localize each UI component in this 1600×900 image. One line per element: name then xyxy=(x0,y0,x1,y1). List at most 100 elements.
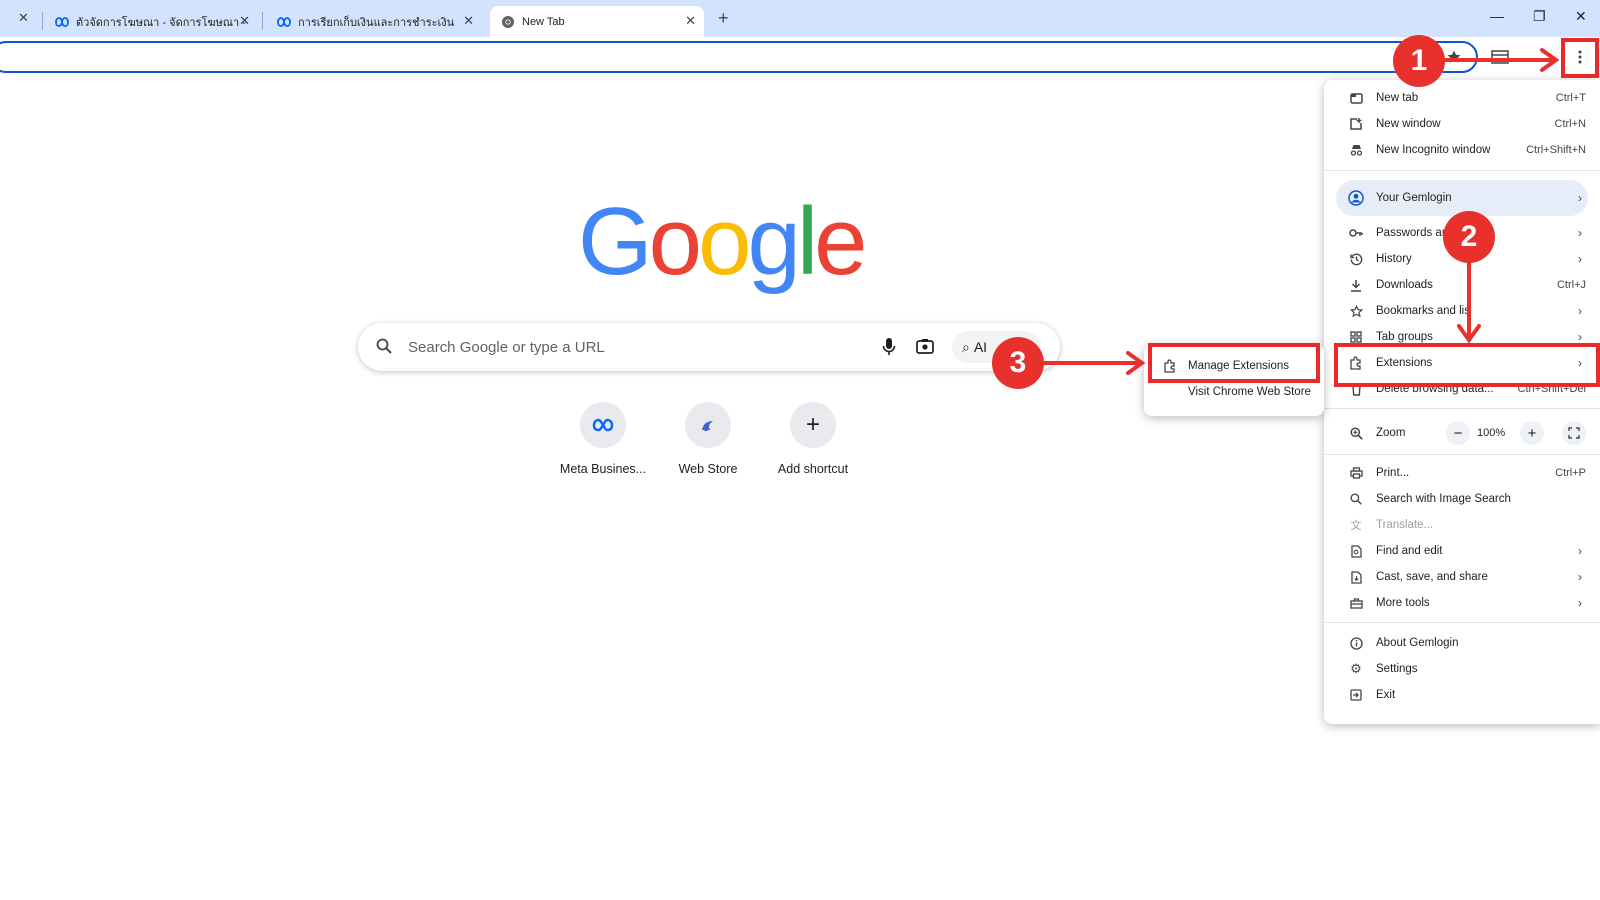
menu-label: New window xyxy=(1376,118,1441,130)
menu-new-tab[interactable]: New tab Ctrl+T xyxy=(1324,85,1600,111)
shortcut-meta[interactable]: Meta Busines... xyxy=(553,400,653,476)
logo-letter: G xyxy=(578,188,653,295)
toolbar xyxy=(0,37,1600,76)
microphone-icon[interactable] xyxy=(882,337,896,362)
menu-downloads[interactable]: Downloads Ctrl+J xyxy=(1324,272,1600,298)
menu-label: About Gemlogin xyxy=(1376,637,1459,649)
menu-profile[interactable]: Your Gemlogin › xyxy=(1324,185,1600,211)
menu-label: Your Gemlogin xyxy=(1376,192,1452,204)
menu-label: Zoom xyxy=(1376,427,1406,439)
menu-divider xyxy=(1324,408,1600,409)
close-window-button[interactable]: ✕ xyxy=(1575,8,1587,25)
chevron-right-icon: › xyxy=(1578,226,1582,240)
menu-exit[interactable]: Exit xyxy=(1324,682,1600,708)
menu-label: Downloads xyxy=(1376,279,1433,291)
star-outline-icon xyxy=(1348,303,1364,319)
menu-bookmarks[interactable]: Bookmarks and lis › xyxy=(1324,298,1600,324)
menu-new-window[interactable]: New window Ctrl+N xyxy=(1324,111,1600,137)
webstore-icon xyxy=(685,402,731,448)
menu-about[interactable]: About Gemlogin xyxy=(1324,630,1600,656)
shortcut-label: Meta Busines... xyxy=(559,462,647,476)
address-bar[interactable] xyxy=(0,41,1478,73)
tab-title: New Tab xyxy=(522,15,565,28)
ai-mode-label: AI xyxy=(973,339,988,355)
logo-letter: g xyxy=(747,188,800,295)
chevron-right-icon: › xyxy=(1578,191,1582,205)
minimize-button[interactable]: — xyxy=(1490,8,1504,24)
toolbox-icon xyxy=(1348,595,1364,611)
menu-label: Find and edit xyxy=(1376,545,1443,557)
exit-icon xyxy=(1348,687,1364,703)
menu-label: Search with Image Search xyxy=(1376,493,1511,505)
search-icon xyxy=(1348,491,1364,507)
tab-separator xyxy=(42,12,43,30)
menu-shortcut: Ctrl+T xyxy=(1555,92,1586,104)
menu-label: New Incognito window xyxy=(1376,144,1491,156)
shortcut-web-store[interactable]: Web Store xyxy=(658,400,758,476)
zoom-in-button[interactable]: + xyxy=(1520,421,1544,445)
incognito-icon xyxy=(1348,142,1364,158)
menu-settings[interactable]: ⚙ Settings xyxy=(1324,656,1600,682)
tab-search-icon[interactable] xyxy=(1486,43,1514,71)
tab-close-icon[interactable]: ✕ xyxy=(18,10,29,26)
menu-shortcut: Ctrl+Shift+N xyxy=(1526,144,1586,156)
restore-button[interactable]: ❐ xyxy=(1533,8,1546,25)
tab-close-icon[interactable]: ✕ xyxy=(239,13,250,29)
zoom-out-button[interactable]: − xyxy=(1446,421,1470,445)
menu-search-with-image[interactable]: Search with Image Search xyxy=(1324,486,1600,512)
menu-label: New tab xyxy=(1376,92,1419,104)
chevron-right-icon: › xyxy=(1578,330,1582,344)
menu-label: Exit xyxy=(1376,689,1396,701)
step-badge-2: 2 xyxy=(1443,211,1495,263)
tab-title: ตัวจัดการโฆษณา - จัดการโฆษณา - xyxy=(76,16,246,29)
translate-icon: 文 xyxy=(1350,520,1362,532)
meta-icon xyxy=(54,14,70,30)
menu-print[interactable]: Print... Ctrl+P xyxy=(1324,460,1600,486)
step-badge-3: 3 xyxy=(992,337,1044,389)
account-circle-icon xyxy=(1348,190,1364,206)
menu-new-incognito[interactable]: New Incognito window Ctrl+Shift+N xyxy=(1324,137,1600,163)
chrome-main-menu: New tab Ctrl+T New window Ctrl+N New Inc… xyxy=(1324,80,1600,724)
chevron-right-icon: › xyxy=(1578,544,1582,558)
download-icon xyxy=(1348,277,1364,293)
menu-divider xyxy=(1324,454,1600,455)
zoom-icon xyxy=(1348,425,1364,441)
shortcut-add[interactable]: + Add shortcut xyxy=(763,400,863,476)
step-badge-1: 1 xyxy=(1393,35,1445,87)
tab-billing[interactable]: การเรียกเก็บเงินและการชำระเงิน ✕ xyxy=(272,6,482,37)
camera-lens-icon[interactable] xyxy=(916,338,934,359)
highlight-menu-button xyxy=(1561,38,1599,78)
new-tab-button[interactable]: + xyxy=(718,8,729,29)
meta-icon xyxy=(276,14,292,30)
tab-separator xyxy=(262,12,263,30)
tab-close-icon[interactable]: ✕ xyxy=(685,13,696,29)
key-icon xyxy=(1348,225,1364,241)
menu-label: Translate... xyxy=(1376,519,1434,531)
search-input[interactable] xyxy=(408,323,828,371)
plus-icon: + xyxy=(790,402,836,448)
search-icon xyxy=(376,338,392,359)
menu-label: Settings xyxy=(1376,663,1418,675)
fullscreen-button[interactable] xyxy=(1562,421,1586,445)
shortcut-label: Add shortcut xyxy=(777,462,849,476)
chevron-right-icon: › xyxy=(1578,570,1582,584)
logo-letter: o xyxy=(648,188,702,295)
menu-cast-save-share[interactable]: Cast, save, and share › xyxy=(1324,564,1600,590)
tab-title: การเรียกเก็บเงินและการชำระเงิน xyxy=(298,16,455,29)
tab-strip: ✕ ตัวจัดการโฆษณา - จัดการโฆษณา - ✕ การเร… xyxy=(0,0,1600,37)
logo-letter: e xyxy=(814,188,867,295)
tab-close-icon[interactable]: ✕ xyxy=(463,13,474,29)
ai-mode-icon: ⌕ xyxy=(962,338,970,355)
arrow-3-head xyxy=(1126,351,1146,375)
menu-translate[interactable]: 文 Translate... xyxy=(1324,512,1600,538)
tab-ads-manager[interactable]: ตัวจัดการโฆษณา - จัดการโฆษณา - ✕ xyxy=(50,6,258,37)
menu-label: Tab groups xyxy=(1376,331,1433,343)
menu-more-tools[interactable]: More tools › xyxy=(1324,590,1600,616)
menu-label: Passwords an xyxy=(1376,227,1449,239)
menu-label: More tools xyxy=(1376,597,1430,609)
menu-label: History xyxy=(1376,253,1412,265)
menu-find-and-edit[interactable]: Find and edit › xyxy=(1324,538,1600,564)
menu-label: Visit Chrome Web Store xyxy=(1188,386,1311,398)
new-tab-icon xyxy=(1348,90,1364,106)
tab-new-tab[interactable]: New Tab ✕ xyxy=(490,6,704,37)
